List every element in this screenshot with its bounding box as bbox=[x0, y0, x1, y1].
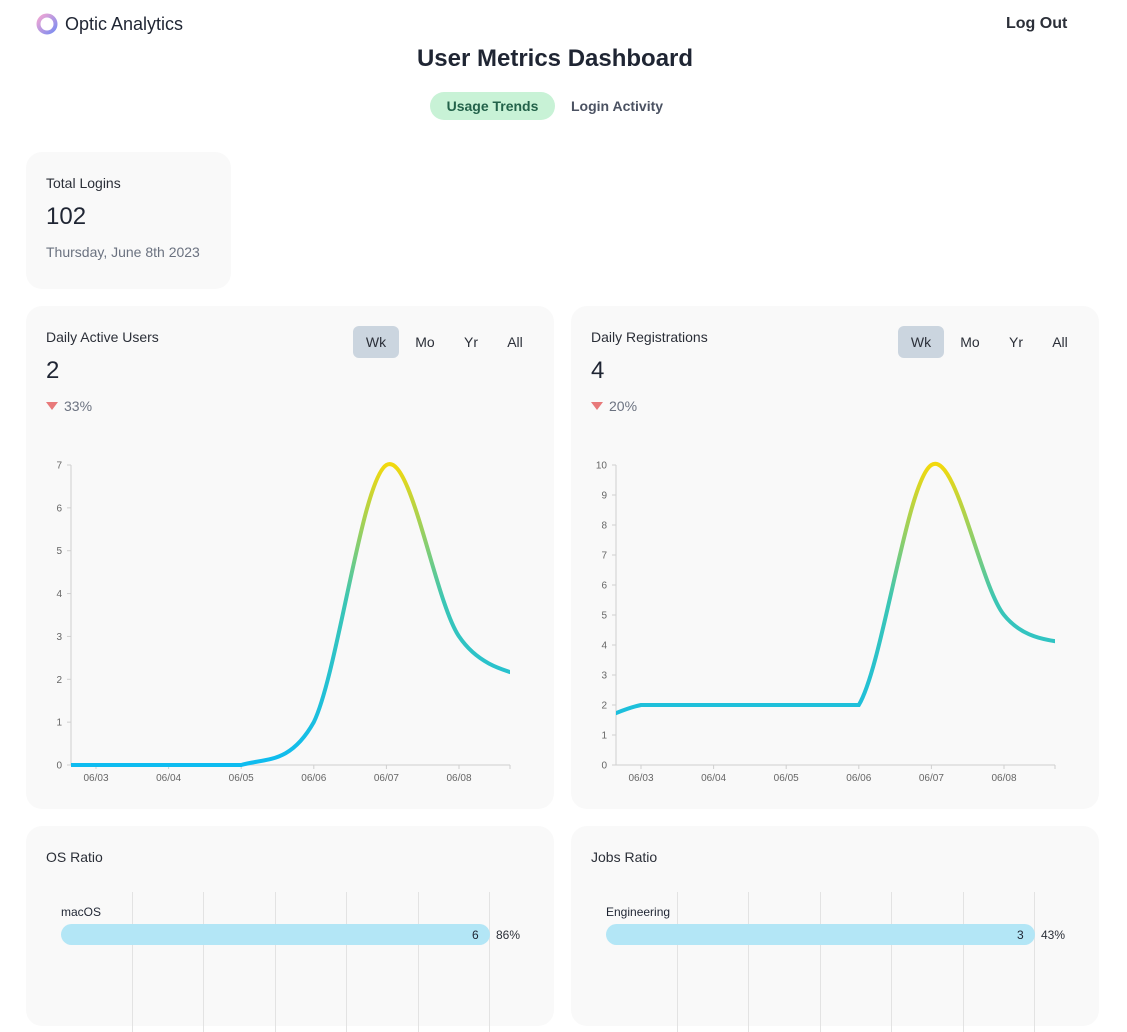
grid-line bbox=[275, 892, 276, 1032]
tab-usage-trends[interactable]: Usage Trends bbox=[430, 92, 555, 120]
x-tick-label: 06/06 bbox=[846, 773, 871, 784]
optic-logo-icon bbox=[36, 13, 58, 35]
bar-macos bbox=[61, 924, 490, 945]
y-tick-label: 2 bbox=[56, 675, 62, 686]
y-tick-label: 4 bbox=[56, 589, 62, 600]
x-tick-label: 06/06 bbox=[301, 773, 326, 784]
x-tick-label: 06/08 bbox=[991, 773, 1016, 784]
grid-line bbox=[489, 892, 490, 1032]
brand-name: Optic Analytics bbox=[65, 14, 184, 34]
bar-engineering bbox=[606, 924, 1035, 945]
data-point bbox=[857, 703, 861, 707]
x-tick-label: 06/03 bbox=[83, 773, 108, 784]
top-bar: Optic Analytics Log Out bbox=[0, 0, 1127, 50]
data-point bbox=[929, 463, 933, 467]
log-out-button[interactable]: Log Out bbox=[1006, 15, 1067, 33]
data-point bbox=[384, 463, 388, 467]
bar-label-engineering: Engineering bbox=[606, 905, 671, 919]
x-tick-label: 06/04 bbox=[701, 773, 726, 784]
y-tick-label: 6 bbox=[601, 581, 607, 592]
y-tick-label: 8 bbox=[601, 521, 607, 532]
y-tick-label: 0 bbox=[56, 761, 62, 772]
total-logins-date: Thursday, June 8th 2023 bbox=[46, 244, 200, 260]
registrations-line-chart: 0 1 2 3 4 5 6 7 8 9 10 06/03 06/04 06/05 06/06 06/07 06/… bbox=[596, 461, 1056, 784]
y-tick-label: 9 bbox=[601, 491, 607, 502]
total-logins-card: Total Logins 102 Thursday, June 8th 2023 bbox=[26, 152, 231, 289]
data-point bbox=[167, 763, 171, 767]
y-tick-label: 5 bbox=[56, 546, 62, 557]
series-line bbox=[616, 461, 1055, 716]
x-tick-label: 06/07 bbox=[919, 773, 944, 784]
jobs-ratio-card: Jobs Ratio Engineering 3 43% bbox=[571, 826, 1099, 1032]
total-logins-label: Total Logins bbox=[46, 175, 121, 191]
grid-line bbox=[748, 892, 749, 1032]
data-point bbox=[312, 720, 316, 724]
y-tick-label: 7 bbox=[601, 551, 607, 562]
grid-line bbox=[891, 892, 892, 1032]
grid-line bbox=[1034, 892, 1035, 1032]
os-ratio-label: OS Ratio bbox=[46, 849, 103, 865]
y-tick-label: 7 bbox=[56, 461, 62, 472]
data-point bbox=[239, 763, 243, 767]
dau-line-chart: 0 1 2 3 4 5 6 7 06/03 06/04 06/05 06/06 06/07 06/08 bbox=[56, 461, 511, 784]
y-tick-label: 2 bbox=[601, 701, 607, 712]
bar-label-macos: macOS bbox=[61, 905, 102, 919]
data-point bbox=[1002, 613, 1006, 617]
tab-login-activity[interactable]: Login Activity bbox=[571, 92, 663, 120]
bar-value-engineering: 3 bbox=[1017, 928, 1024, 942]
y-tick-label: 1 bbox=[601, 731, 607, 742]
x-tick-label: 06/05 bbox=[229, 773, 254, 784]
x-tick-label: 06/07 bbox=[374, 773, 399, 784]
x-tick-label: 06/05 bbox=[774, 773, 799, 784]
y-tick-label: 0 bbox=[601, 761, 607, 772]
os-ratio-card: OS Ratio macOS 6 86% bbox=[26, 826, 554, 1032]
data-point bbox=[784, 703, 788, 707]
y-tick-label: 5 bbox=[601, 611, 607, 622]
grid-line bbox=[820, 892, 821, 1032]
grid-line bbox=[963, 892, 964, 1032]
bar-value-macos: 6 bbox=[472, 928, 479, 942]
y-tick-label: 3 bbox=[601, 671, 607, 682]
data-point bbox=[712, 703, 716, 707]
bar-percent-macos: 86% bbox=[496, 928, 521, 942]
total-logins-value: 102 bbox=[46, 203, 87, 230]
grid-line bbox=[346, 892, 347, 1032]
y-tick-label: 1 bbox=[56, 718, 62, 729]
x-tick-label: 06/03 bbox=[628, 773, 653, 784]
daily-registrations-card: Daily Registrations 4 20% Wk Mo Yr All 0… bbox=[571, 306, 1099, 809]
series-line bbox=[71, 462, 510, 767]
y-tick-label: 6 bbox=[56, 503, 62, 514]
data-point bbox=[639, 703, 643, 707]
y-tick-label: 10 bbox=[596, 461, 608, 472]
data-point bbox=[457, 634, 461, 638]
grid-line bbox=[418, 892, 419, 1032]
grid-line bbox=[677, 892, 678, 1032]
x-tick-label: 06/08 bbox=[446, 773, 471, 784]
y-tick-label: 3 bbox=[56, 632, 62, 643]
data-point bbox=[94, 763, 98, 767]
daily-active-users-card: Daily Active Users 2 33% Wk Mo Yr All 01… bbox=[26, 306, 554, 809]
y-tick-label: 4 bbox=[601, 641, 607, 652]
page-title: User Metrics Dashboard bbox=[416, 45, 694, 72]
grid-line bbox=[203, 892, 204, 1032]
grid-line bbox=[132, 892, 133, 1032]
x-tick-label: 06/04 bbox=[156, 773, 181, 784]
bar-percent-engineering: 43% bbox=[1041, 928, 1066, 942]
jobs-ratio-label: Jobs Ratio bbox=[591, 849, 658, 865]
